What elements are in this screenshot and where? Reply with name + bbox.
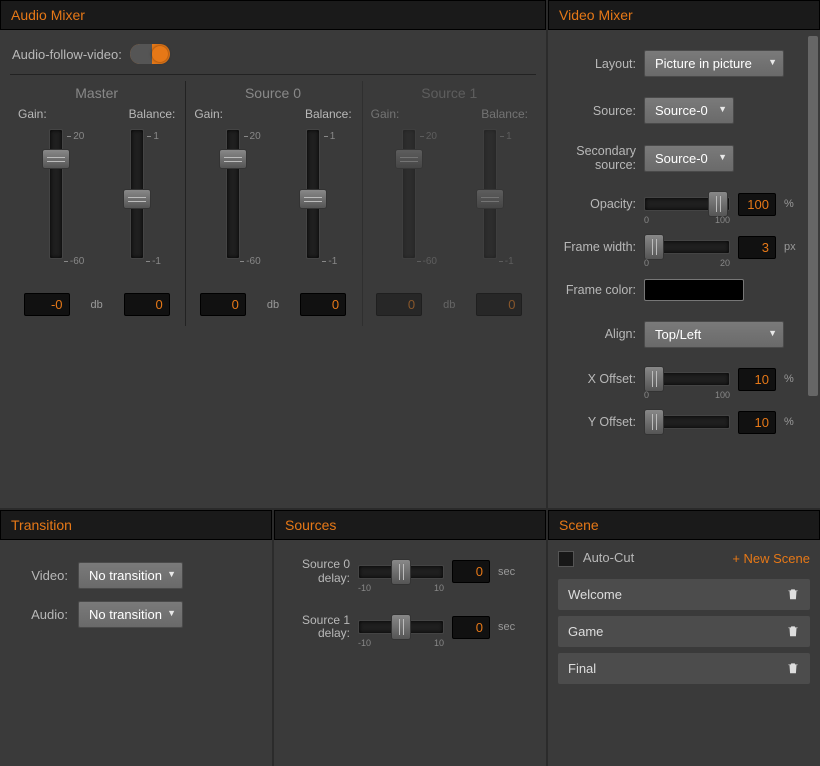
frame-width-value[interactable]: 3: [738, 236, 776, 259]
transition-title: Transition: [0, 510, 272, 540]
y-offset-label: Y Offset:: [558, 415, 636, 429]
transition-audio-label: Audio:: [10, 607, 68, 622]
gain-label: Gain:: [371, 107, 400, 121]
afv-toggle[interactable]: [130, 44, 170, 64]
audio-mixer-panel: Audio Mixer Audio-follow-video: Master G…: [0, 0, 546, 508]
channel-title: Source 1: [369, 85, 530, 107]
y-offset-slider[interactable]: [644, 415, 730, 429]
balance-label: Balance:: [305, 107, 352, 121]
frame-width-label: Frame width:: [558, 240, 636, 254]
channel-0: Master Gain: Balance: 20 -60 1 -1 -0 db …: [10, 81, 183, 326]
gain-slider[interactable]: 20 -60: [379, 129, 439, 275]
source-delay-label: Source 1 delay:: [284, 614, 350, 642]
transition-audio-select[interactable]: No transition: [78, 601, 183, 628]
trash-icon[interactable]: [786, 624, 800, 638]
source-delay-row-1: Source 1 delay: -1010 0 sec: [284, 614, 536, 642]
frame-width-slider[interactable]: 020: [644, 240, 730, 254]
gain-label: Gain:: [194, 107, 223, 121]
y-offset-unit: %: [784, 416, 794, 428]
gain-value[interactable]: 0: [376, 293, 422, 316]
scene-item-label: Welcome: [568, 587, 622, 602]
align-select[interactable]: Top/Left: [644, 321, 784, 348]
gain-slider[interactable]: 20 -60: [26, 129, 86, 275]
source-delay-unit: sec: [498, 621, 515, 633]
balance-label: Balance:: [481, 107, 528, 121]
transition-panel: Transition Video: No transition Audio: N…: [0, 510, 272, 766]
align-label: Align:: [558, 327, 636, 341]
sources-title: Sources: [274, 510, 546, 540]
audio-mixer-title: Audio Mixer: [0, 0, 546, 30]
new-scene-button[interactable]: + New Scene: [732, 551, 810, 566]
frame-color-label: Frame color:: [558, 283, 636, 297]
channel-2: Source 1 Gain: Balance: 20 -60 1 -1 0 db…: [362, 81, 536, 326]
balance-value[interactable]: 0: [476, 293, 522, 316]
scene-item[interactable]: Game: [558, 616, 810, 647]
video-mixer-panel: Video Mixer Layout: Picture in picture S…: [548, 0, 820, 508]
balance-value[interactable]: 0: [124, 293, 170, 316]
balance-slider[interactable]: 1 -1: [283, 129, 343, 275]
gain-slider[interactable]: 20 -60: [203, 129, 263, 275]
opacity-unit: %: [784, 198, 794, 210]
transition-video-select[interactable]: No transition: [78, 562, 183, 589]
x-offset-value[interactable]: 10: [738, 368, 776, 391]
frame-color-picker[interactable]: [644, 279, 744, 301]
x-offset-label: X Offset:: [558, 372, 636, 386]
auto-cut-label: Auto-Cut: [583, 550, 634, 565]
balance-slider[interactable]: 1 -1: [460, 129, 520, 275]
channel-1: Source 0 Gain: Balance: 20 -60 1 -1 0 db…: [185, 81, 359, 326]
frame-width-unit: px: [784, 241, 796, 253]
db-unit: db: [267, 299, 279, 311]
secondary-label: Secondary source:: [558, 144, 636, 173]
sources-panel: Sources Source 0 delay: -1010 0 sec Sour…: [274, 510, 546, 766]
scene-title: Scene: [548, 510, 820, 540]
source-delay-label: Source 0 delay:: [284, 558, 350, 586]
source-delay-slider[interactable]: -1010: [358, 565, 444, 579]
channel-title: Master: [16, 85, 177, 107]
db-unit: db: [443, 299, 455, 311]
secondary-select[interactable]: Source-0: [644, 145, 734, 172]
source-label: Source:: [558, 104, 636, 118]
source-select[interactable]: Source-0: [644, 97, 734, 124]
balance-value[interactable]: 0: [300, 293, 346, 316]
layout-select[interactable]: Picture in picture: [644, 50, 784, 77]
source-delay-value[interactable]: 0: [452, 616, 490, 639]
opacity-slider[interactable]: 0100: [644, 197, 730, 211]
gain-label: Gain:: [18, 107, 47, 121]
channel-title: Source 0: [192, 85, 353, 107]
scene-item-label: Game: [568, 624, 603, 639]
source-delay-row-0: Source 0 delay: -1010 0 sec: [284, 558, 536, 586]
layout-label: Layout:: [558, 57, 636, 71]
source-delay-unit: sec: [498, 566, 515, 578]
balance-label: Balance:: [129, 107, 176, 121]
gain-value[interactable]: 0: [200, 293, 246, 316]
scene-item-label: Final: [568, 661, 596, 676]
trash-icon[interactable]: [786, 661, 800, 675]
trash-icon[interactable]: [786, 587, 800, 601]
y-offset-value[interactable]: 10: [738, 411, 776, 434]
source-delay-slider[interactable]: -1010: [358, 620, 444, 634]
opacity-value[interactable]: 100: [738, 193, 776, 216]
db-unit: db: [91, 299, 103, 311]
transition-video-label: Video:: [10, 568, 68, 583]
opacity-label: Opacity:: [558, 197, 636, 211]
scene-item[interactable]: Welcome: [558, 579, 810, 610]
video-mixer-title: Video Mixer: [548, 0, 820, 30]
scene-item[interactable]: Final: [558, 653, 810, 684]
afv-label: Audio-follow-video:: [12, 47, 122, 62]
auto-cut-checkbox[interactable]: [558, 551, 574, 567]
source-delay-value[interactable]: 0: [452, 560, 490, 583]
scene-panel: Scene Auto-Cut + New Scene Welcome Game …: [548, 510, 820, 766]
balance-slider[interactable]: 1 -1: [107, 129, 167, 275]
x-offset-unit: %: [784, 373, 794, 385]
x-offset-slider[interactable]: 0100: [644, 372, 730, 386]
gain-value[interactable]: -0: [24, 293, 70, 316]
